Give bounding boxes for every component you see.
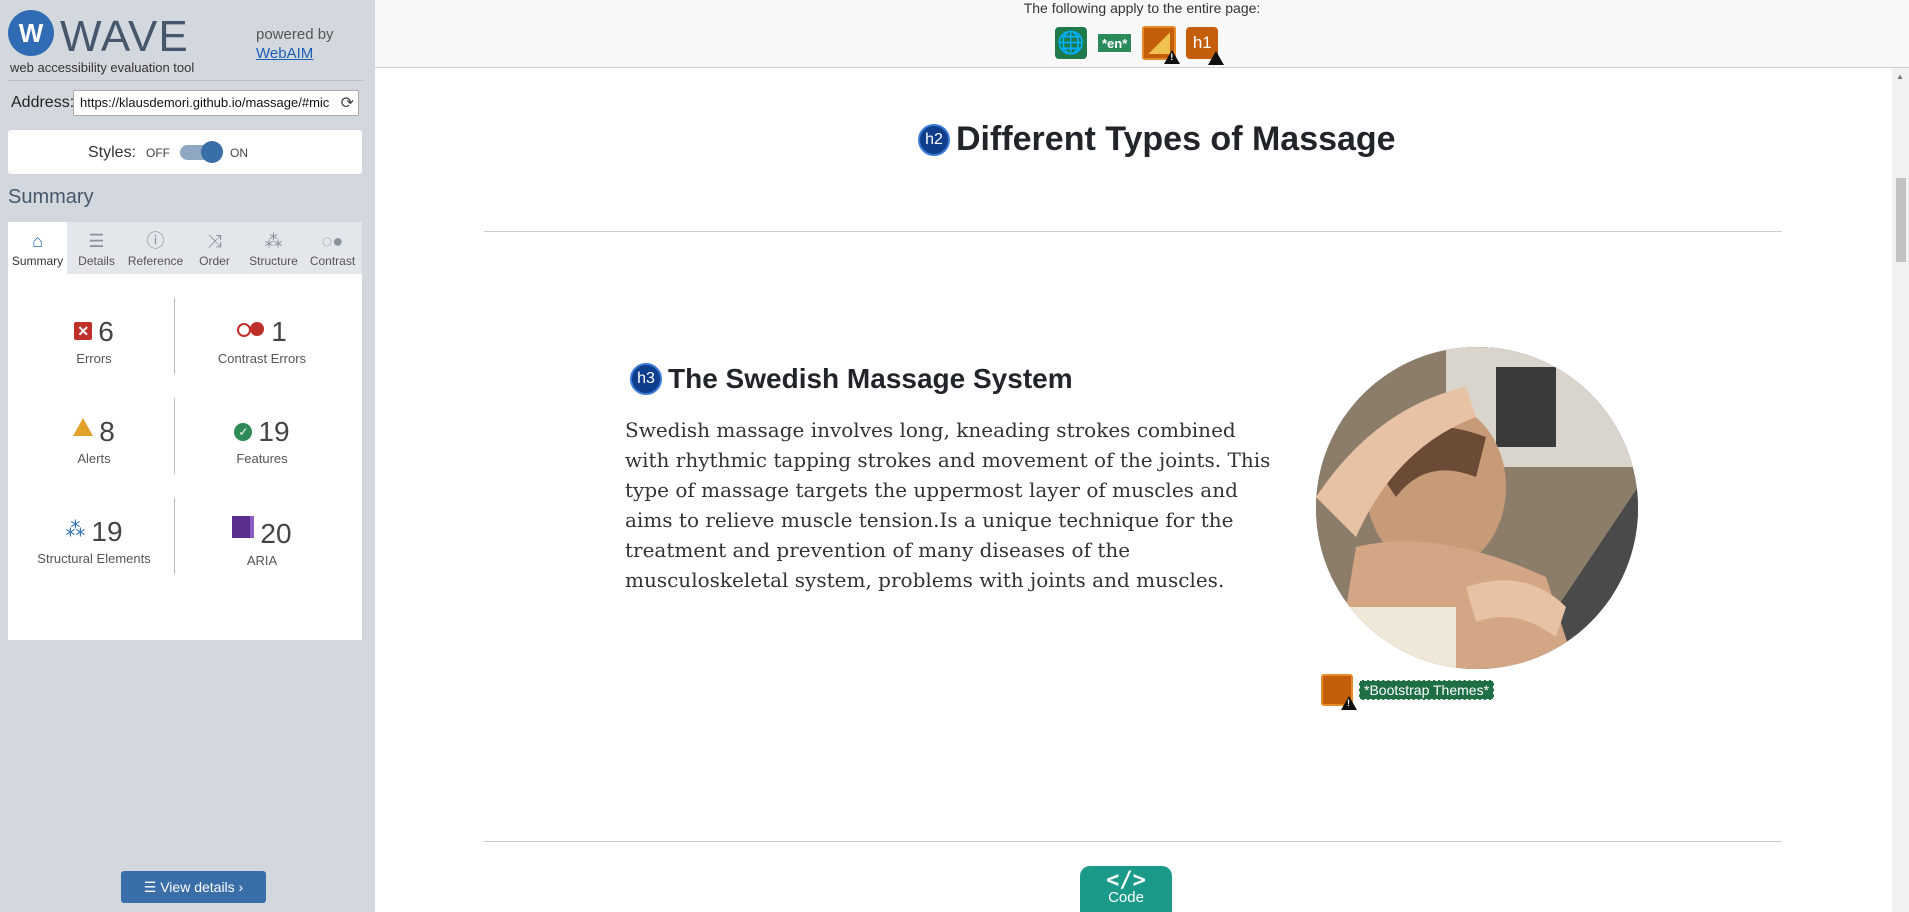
stat-errors[interactable]: ✕ 6 Errors (14, 316, 174, 366)
stat-count: 19 (91, 516, 123, 547)
address-input[interactable]: https://klausdemori.github.io/massage/#m… (73, 90, 359, 116)
image-alert-icon[interactable] (1142, 26, 1181, 64)
stat-label: Errors (76, 351, 112, 366)
address-label: Address: (11, 94, 75, 111)
stat-count: 8 (99, 416, 115, 447)
page-level-icons: 🌐 *en* h1 (1055, 26, 1225, 85)
styles-label: Styles: (88, 144, 137, 161)
app-subtitle: web accessibility evaluation tool (10, 60, 195, 75)
tab-summary[interactable]: ⌂ Summary (8, 222, 67, 274)
image-alt-annotation: *Bootstrap Themes* (1321, 674, 1495, 710)
tab-order[interactable]: ⤨ Order (185, 222, 244, 274)
section-heading: h2 Different Types of Massage (918, 120, 1396, 159)
alert-icon (73, 418, 94, 436)
massage-photo-illustration (1316, 347, 1638, 669)
aria-icon (232, 516, 255, 538)
error-icon: ✕ (74, 322, 93, 340)
tab-label: Structure (249, 254, 298, 268)
stat-label: Structural Elements (37, 551, 151, 566)
page-preview: The following apply to the entire page: … (375, 0, 1909, 912)
tab-label: Contrast (309, 254, 356, 268)
structure-icon: ⁂ (65, 519, 86, 541)
home-icon: ⌂ (32, 231, 43, 251)
tab-label: Details (78, 254, 115, 268)
code-label: Code (1108, 889, 1144, 906)
styles-on-label: ON (230, 146, 248, 160)
stat-features[interactable]: ✓ 19 Features (182, 416, 342, 466)
scroll-up-icon[interactable]: ▲ (1896, 72, 1904, 81)
stat-structural[interactable]: ⁂ 19 Structural Elements (14, 516, 174, 566)
warning-icon (1208, 51, 1225, 85)
info-icon: ⓘ (146, 231, 165, 251)
tab-reference[interactable]: ⓘ Reference (126, 222, 185, 274)
body-paragraph: Swedish massage involves long, kneading … (625, 418, 1271, 592)
vertical-scrollbar[interactable]: ▲ (1892, 68, 1909, 912)
tab-label: Order (199, 254, 230, 268)
view-details-button[interactable]: ☰ View details › (121, 871, 266, 903)
missing-h1-icon[interactable]: h1 (1186, 27, 1225, 85)
wave-sidebar: W WAVE web accessibility evaluation tool… (0, 0, 375, 912)
warning-icon (1164, 50, 1181, 64)
page-notice: The following apply to the entire page: (1023, 0, 1261, 16)
app-title: WAVE (60, 12, 189, 61)
stat-count: 1 (271, 316, 287, 347)
stat-contrast-errors[interactable]: 1 Contrast Errors (182, 316, 342, 366)
list-icon: ☰ (143, 879, 161, 895)
styles-off-label: OFF (146, 146, 170, 160)
subsection-heading: h3 The Swedish Massage System (630, 363, 1073, 395)
warning-icon (1341, 696, 1357, 710)
list-icon: ☰ (88, 231, 105, 251)
heading-h2: Different Types of Massage (956, 120, 1396, 158)
divider (8, 80, 363, 81)
structure-icon: ⁂ (264, 231, 283, 251)
scroll-thumb[interactable] (1896, 178, 1906, 262)
stat-count: 20 (260, 518, 292, 549)
divider (174, 498, 175, 574)
button-label: View details › (160, 879, 244, 895)
stat-label: ARIA (246, 553, 278, 568)
stat-label: Features (236, 451, 288, 466)
panel-tabs: ⌂ Summary ☰ Details ⓘ Reference ⤨ Order … (8, 222, 362, 274)
h3-badge-icon[interactable]: h3 (630, 363, 662, 395)
stat-label: Contrast Errors (217, 351, 307, 366)
contrast-icon: ◌● (321, 231, 344, 251)
tab-structure[interactable]: ⁂ Structure (244, 222, 303, 274)
heading-h3: The Swedish Massage System (668, 363, 1073, 394)
divider (174, 398, 175, 474)
language-badge[interactable]: *en* (1097, 33, 1133, 53)
code-toggle-button[interactable]: </> Code (1080, 866, 1172, 912)
feature-check-icon: ✓ (234, 423, 253, 441)
h2-badge-icon[interactable]: h2 (918, 123, 950, 156)
stat-alerts[interactable]: 8 Alerts (14, 416, 174, 466)
wave-logo-icon: W (8, 10, 54, 56)
address-value[interactable]: https://klausdemori.github.io/massage/#m… (80, 95, 329, 110)
image-alert-icon[interactable] (1321, 674, 1357, 710)
tab-contrast[interactable]: ◌● Contrast (303, 222, 362, 274)
alt-text-badge[interactable]: *Bootstrap Themes* (1359, 680, 1495, 700)
stat-label: Alerts (77, 451, 111, 466)
massage-photo (1316, 347, 1638, 669)
styles-toggle[interactable] (180, 141, 223, 163)
divider (484, 841, 1782, 842)
webaim-link[interactable]: WebAIM (256, 45, 313, 62)
stat-count: 19 (258, 416, 290, 447)
order-icon: ⤨ (207, 231, 222, 251)
tab-label: Summary (11, 254, 64, 268)
reload-icon[interactable]: ⟳ (341, 93, 354, 113)
language-icon[interactable]: 🌐 (1055, 27, 1087, 59)
powered-by-text: powered by (256, 26, 334, 43)
divider (174, 298, 175, 374)
tab-label: Reference (127, 254, 184, 268)
h1-badge-label: h1 (1192, 33, 1212, 52)
panel-heading: Summary (8, 186, 94, 208)
styles-panel: Styles: OFF ON (8, 130, 362, 174)
stat-count: 6 (98, 316, 114, 347)
page-level-bar: The following apply to the entire page: … (375, 0, 1909, 85)
toggle-knob[interactable] (201, 141, 223, 163)
contrast-error-icon (237, 322, 265, 337)
tab-details[interactable]: ☰ Details (67, 222, 126, 274)
summary-stats: ✕ 6 Errors 1 Contrast Errors 8 Alerts ✓ 19… (8, 274, 362, 903)
stat-aria[interactable]: 20 ARIA (182, 516, 342, 568)
divider (484, 231, 1782, 232)
